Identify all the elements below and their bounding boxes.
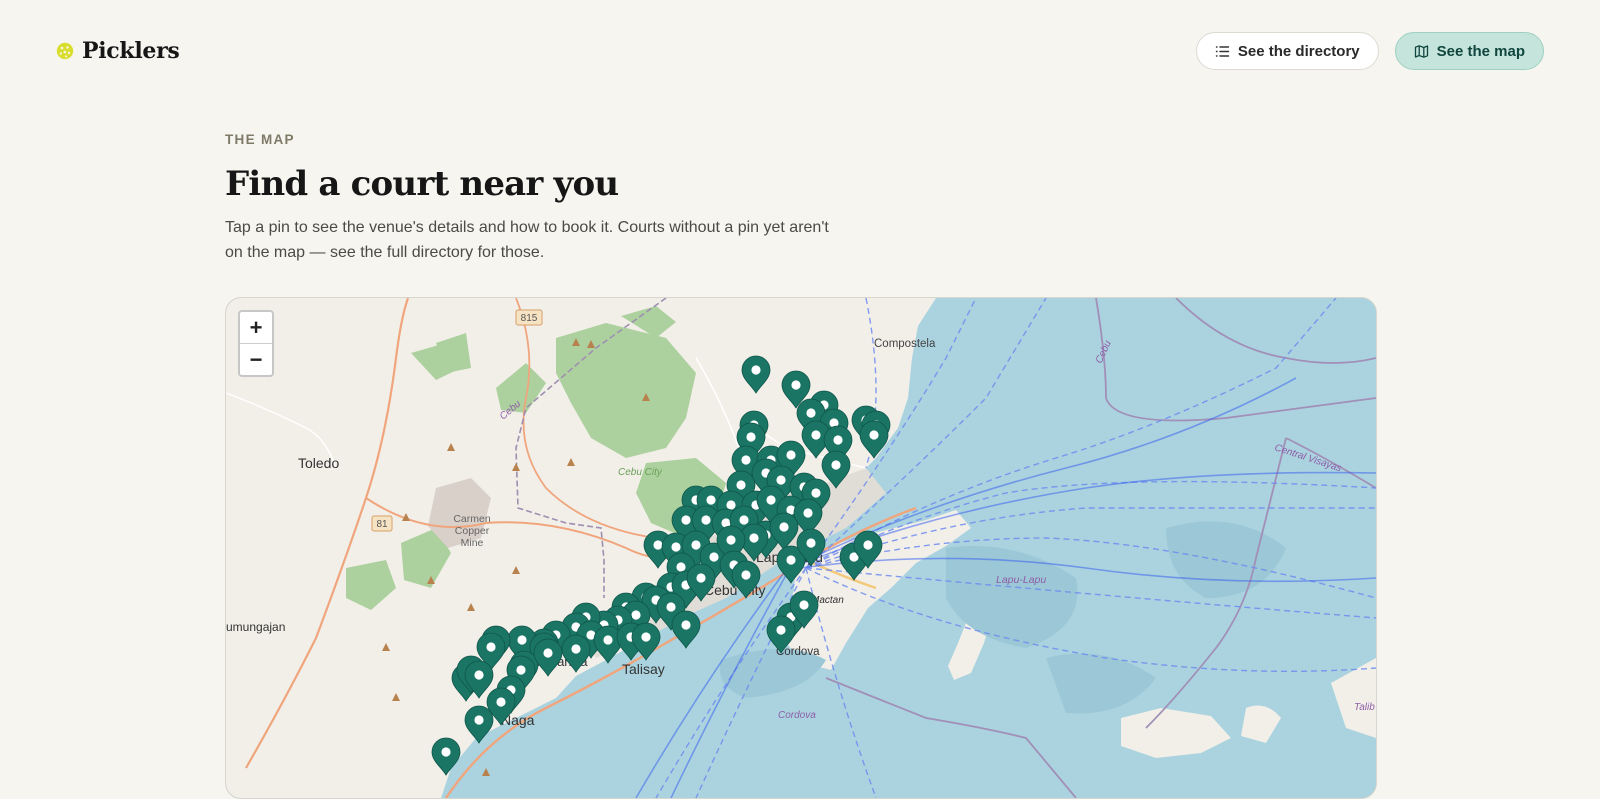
see-map-label: See the map xyxy=(1436,42,1525,60)
pickleball-icon xyxy=(56,42,74,60)
label-toledo: Toledo xyxy=(298,455,339,471)
map-canvas[interactable]: 815 81 Compostela Toledo Carmen Copper M… xyxy=(226,298,1376,798)
see-directory-label: See the directory xyxy=(1237,42,1360,60)
list-icon xyxy=(1215,45,1230,57)
label-mungajan: umungajan xyxy=(226,620,285,634)
svg-text:81: 81 xyxy=(376,519,388,530)
label-talib: Talib xyxy=(1354,702,1375,713)
map-icon xyxy=(1414,44,1428,58)
see-directory-button[interactable]: See the directory xyxy=(1195,32,1379,70)
label-cordova-water: Cordova xyxy=(778,710,816,721)
see-map-button[interactable]: See the map xyxy=(1394,32,1544,70)
brand-logo[interactable]: Picklers xyxy=(56,38,180,64)
zoom-out-button[interactable]: − xyxy=(240,343,272,375)
court-map[interactable]: 815 81 Compostela Toledo Carmen Copper M… xyxy=(225,297,1377,799)
section-eyebrow: THE MAP xyxy=(225,132,295,147)
label-copper: Copper xyxy=(455,525,490,537)
zoom-control: + − xyxy=(238,310,274,377)
svg-text:815: 815 xyxy=(521,313,538,324)
map-intro: THE MAP Find a court near you Tap a pin … xyxy=(225,132,925,265)
label-compostela: Compostela xyxy=(874,338,936,350)
label-talisay: Talisay xyxy=(622,661,665,677)
label-mine: Mine xyxy=(461,537,484,549)
label-cebu-city-park: Cebu City xyxy=(618,467,663,478)
route-shield-81: 81 xyxy=(371,515,393,532)
zoom-in-button[interactable]: + xyxy=(240,312,272,343)
brand-name: Picklers xyxy=(82,38,180,64)
page-title: Find a court near you xyxy=(225,164,619,204)
route-shield-815: 815 xyxy=(515,309,543,326)
section-description: Tap a pin to see the venue's details and… xyxy=(225,219,829,261)
label-carmen: Carmen xyxy=(453,513,491,525)
top-navigation: Picklers See the directory See the map xyxy=(0,0,1600,104)
label-lapu-lapu-district: Lapu-Lapu xyxy=(996,574,1046,586)
nav-buttons: See the directory See the map xyxy=(1195,32,1544,70)
